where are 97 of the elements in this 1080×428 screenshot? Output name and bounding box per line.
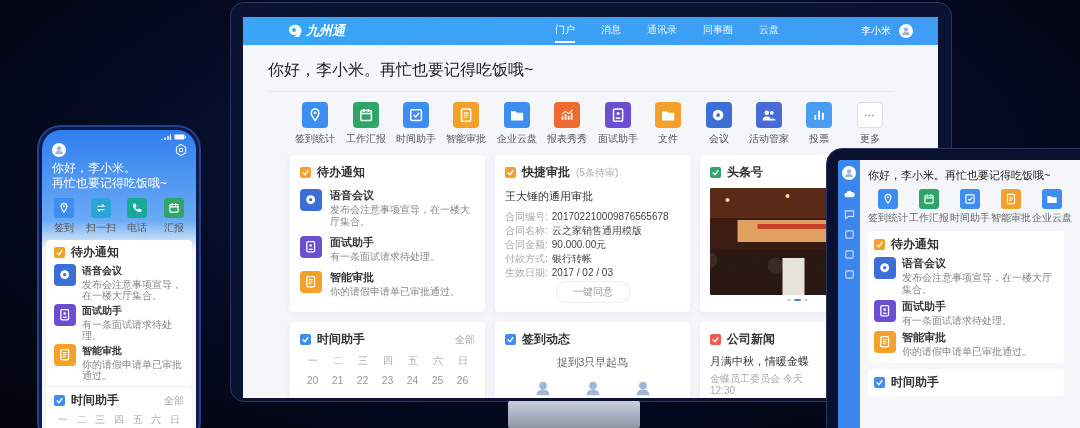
field-value: 2017 / 02 / 03 xyxy=(551,266,613,280)
notice-text: 你的请假申请单已审批通过。 xyxy=(82,359,183,381)
card-title: 待办通知 xyxy=(71,244,119,261)
notice-title[interactable]: 智能审批 xyxy=(330,271,460,285)
news-headline[interactable]: 月满中秋，情暖金蝶 xyxy=(710,354,809,369)
app-shortcut[interactable]: 活动管家 xyxy=(743,102,795,146)
date-cell[interactable]: 26 xyxy=(450,374,475,386)
app-shortcut[interactable]: 签到统计 xyxy=(290,102,341,146)
settings-icon[interactable] xyxy=(174,143,188,157)
weekday-label: 五 xyxy=(406,354,419,368)
card-title: 公司新闻 xyxy=(727,331,775,348)
square-icon[interactable] xyxy=(843,249,855,260)
cloud-icon[interactable] xyxy=(843,189,855,200)
notice-title[interactable]: 面试助手 xyxy=(82,304,184,318)
field-label: 生效日期: xyxy=(505,266,548,280)
weekday-label: 六 xyxy=(150,413,163,427)
app-shortcut[interactable]: 时间助手 xyxy=(950,189,990,225)
field-label: 合同金额: xyxy=(505,238,548,252)
avatar-icon[interactable] xyxy=(52,143,66,157)
app-shortcut[interactable]: 工作汇报 xyxy=(909,189,949,225)
weekday-label: 三 xyxy=(94,413,107,427)
logo: 九州通 xyxy=(285,22,345,40)
date-cell[interactable]: 22 xyxy=(350,374,375,386)
card-title: 时间助手 xyxy=(317,331,365,348)
square-icon[interactable] xyxy=(843,269,855,280)
app-shortcut[interactable]: 扫一扫 xyxy=(82,198,119,235)
app-shortcut[interactable]: 文件 xyxy=(642,102,694,146)
date-cell[interactable]: 24 xyxy=(400,374,425,386)
notice-text: 你的请假申请单已审批通过。 xyxy=(330,286,460,298)
field-label: 合同编号: xyxy=(505,210,548,224)
card-title: 待办通知 xyxy=(891,236,939,253)
weekday-label: 五 xyxy=(131,413,144,427)
battery-icon xyxy=(174,134,186,140)
avatar-icon[interactable] xyxy=(899,24,913,38)
field-label: 付款方式: xyxy=(505,252,548,266)
app-shortcut[interactable]: 更多 xyxy=(844,102,895,146)
greeting: 你好，李小米。 xyxy=(52,161,137,176)
app-shortcut[interactable]: 签到 xyxy=(46,198,83,235)
app-shortcut[interactable]: 电话 xyxy=(119,198,156,235)
date-cell[interactable]: 20 xyxy=(300,374,325,386)
weekday-label: 日 xyxy=(456,354,469,368)
field-value: 201702210009876565678 xyxy=(551,210,669,224)
app-shortcut[interactable]: 面试助手 xyxy=(592,102,643,146)
field-value: 云之家销售通用模版 xyxy=(551,224,642,238)
card-title: 签到动态 xyxy=(522,331,570,348)
notice-title[interactable]: 语音会议 xyxy=(902,257,1058,271)
approval-subject: 王大锤的通用审批 xyxy=(505,190,594,204)
card-title: 待办通知 xyxy=(317,164,365,181)
chat-bubble-icon[interactable] xyxy=(843,209,855,220)
card-title: 时间助手 xyxy=(71,392,119,409)
app-shortcut[interactable]: 投票 xyxy=(794,102,845,146)
notice-text: 你的请假申请单已审批通过。 xyxy=(902,346,1032,358)
card-title: 快捷审批 xyxy=(522,164,570,181)
app-shortcut[interactable]: 汇报 xyxy=(155,198,192,235)
notice-title[interactable]: 面试助手 xyxy=(902,300,1012,314)
square-icon[interactable] xyxy=(843,229,855,240)
notice-text: 有一条面试请求待处理。 xyxy=(330,251,440,263)
app-shortcut[interactable]: 报表秀秀 xyxy=(542,102,593,146)
greeting: 再忙也要记得吃饭哦~ xyxy=(52,176,168,191)
app-shortcut[interactable]: 智能审批 xyxy=(991,189,1031,225)
app-shortcut[interactable]: 时间助手 xyxy=(390,102,442,146)
notice-text: 有一条面试请求待处理。 xyxy=(902,315,1012,327)
notice-title[interactable]: 语音会议 xyxy=(330,189,475,203)
app-shortcut[interactable]: 企业云盘 xyxy=(491,102,543,146)
weekday-label: 四 xyxy=(381,354,394,368)
notice-title[interactable]: 智能审批 xyxy=(902,331,1032,345)
notice-text: 有一条面试请求待处理。 xyxy=(82,319,173,341)
weekday-label: 日 xyxy=(168,413,181,427)
app-shortcut[interactable]: 会议 xyxy=(693,102,744,146)
card-title: 头条号 xyxy=(727,164,763,181)
card-title: 时间助手 xyxy=(891,374,939,391)
field-label: 合同名称: xyxy=(505,224,548,238)
date-cell[interactable]: 25 xyxy=(425,374,450,386)
app-shortcut[interactable]: 工作汇报 xyxy=(340,102,391,146)
avatar-icon[interactable] xyxy=(842,166,856,180)
weekday-label: 四 xyxy=(113,413,125,427)
date-cell[interactable]: 23 xyxy=(375,374,400,386)
notice-text: 发布会注意事项宣导，在一楼大厅集合。 xyxy=(82,279,183,301)
app-shortcut[interactable]: 智能审批 xyxy=(441,102,492,146)
greeting: 你好，李小米。再忙也要记得吃饭哦~ xyxy=(868,168,1052,183)
signal-icon xyxy=(161,134,171,140)
notice-text: 发布会注意事项宣导，在一楼大厅集合。 xyxy=(902,272,1053,296)
notice-title[interactable]: 智能审批 xyxy=(82,344,184,358)
app-shortcut[interactable]: 企业云盘 xyxy=(1032,189,1072,225)
greeting: 你好，李小米。再忙也要记得吃饭哦~ xyxy=(268,45,895,92)
field-value: 90.000.00元 xyxy=(551,238,607,252)
notice-title[interactable]: 面试助手 xyxy=(330,236,440,250)
weekday-label: 三 xyxy=(356,354,369,368)
notice-text: 发布会注意事项宣导，在一楼大厅集合。 xyxy=(330,204,471,228)
app-shortcut[interactable]: 签到统计 xyxy=(868,189,908,225)
checkin-caption: 捉到3只早起鸟 xyxy=(555,356,630,370)
date-cell[interactable]: 21 xyxy=(325,374,350,386)
news-meta: 金蝶员工委员会 今天 12:30 xyxy=(710,373,804,397)
field-value: 银行转帐 xyxy=(551,252,592,266)
pending-count: (5条待审) xyxy=(576,165,619,180)
notice-title[interactable]: 语音会议 xyxy=(82,264,184,278)
weekday-label: 六 xyxy=(431,354,444,368)
